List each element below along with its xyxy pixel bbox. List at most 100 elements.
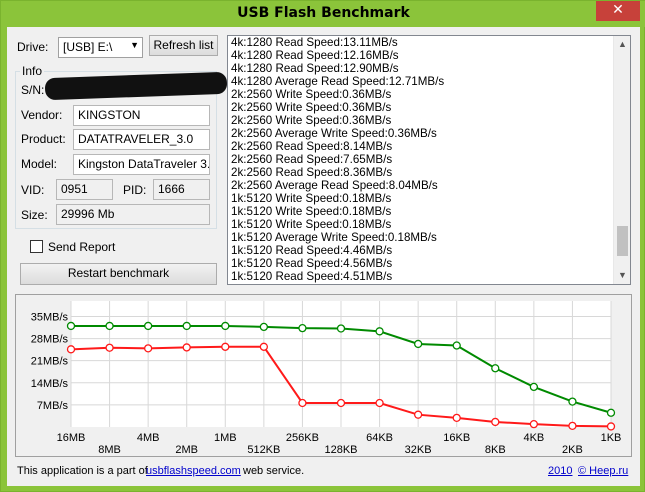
chart-panel: 35MB/s 28MB/s 21MB/s 14MB/s 7MB/s 16MB 8MB 4MB 2…: [15, 294, 632, 457]
y-tick-label: 28MB/s: [31, 334, 69, 346]
log-listbox[interactable]: 4k:1280 Read Speed:13.11MB/s 4k:1280 Read…: [227, 35, 631, 285]
data-point: [529, 382, 539, 392]
send-report-checkbox[interactable]: [30, 240, 43, 253]
scroll-down-icon[interactable]: ▼: [614, 267, 630, 284]
close-button[interactable]: ✕: [596, 1, 640, 21]
app-window: USB Flash Benchmark ✕ Drive: [USB] E:\ ▼…: [0, 0, 645, 492]
log-line: 1k:5120 Write Speed:0.18MB/s: [231, 218, 392, 231]
scroll-thumb[interactable]: [617, 226, 628, 256]
data-point: [336, 398, 346, 408]
footer-text-before: This application is a part of: [17, 465, 148, 477]
data-point: [105, 321, 114, 331]
x-tick-label: 64KB: [366, 432, 393, 444]
log-line: 2k:2560 Read Speed:8.36MB/s: [231, 166, 393, 179]
x-tick-label: 32KB: [405, 444, 432, 456]
window-title: USB Flash Benchmark: [237, 5, 410, 21]
y-tick-label: 14MB/s: [31, 378, 69, 390]
data-point: [375, 398, 384, 408]
log-line: 2k:2560 Write Speed:0.36MB/s: [231, 114, 392, 127]
sn-label: S/N:: [21, 83, 45, 97]
log-line: 2k:2560 Average Read Speed:8.04MB/s: [231, 179, 438, 192]
x-tick-label: 256KB: [286, 432, 319, 444]
vendor-label: Vendor:: [21, 108, 63, 122]
data-point: [413, 339, 423, 349]
log-line: 2k:2560 Write Speed:0.36MB/s: [231, 88, 392, 101]
log-line: 4k:1280 Average Read Speed:12.71MB/s: [231, 75, 445, 88]
scroll-up-icon[interactable]: ▲: [614, 36, 630, 53]
data-point: [375, 327, 384, 336]
data-point: [221, 321, 230, 331]
data-point: [452, 341, 461, 350]
data-point: [568, 421, 577, 431]
x-tick-label: 1MB: [214, 432, 237, 444]
x-tick-label: 128KB: [324, 444, 357, 456]
data-point: [66, 345, 76, 354]
log-line: 1k:5120 Write Speed:0.18MB/s: [231, 192, 392, 205]
data-point: [259, 342, 269, 351]
log-line: 2k:2560 Read Speed:8.14MB/s: [231, 140, 393, 153]
send-report-label[interactable]: Send Report: [48, 240, 115, 254]
data-point: [182, 321, 191, 331]
copyright-link[interactable]: © Heep.ru: [578, 465, 628, 477]
drive-label: Drive:: [17, 40, 49, 54]
log-line: 1k:5120 Write Speed:0.18MB/s: [231, 205, 392, 218]
data-point: [298, 324, 307, 333]
data-point: [452, 413, 461, 422]
x-tick-label: 4MB: [137, 432, 160, 444]
log-scrollbar[interactable]: ▲ ▼: [613, 36, 630, 284]
data-point: [491, 417, 500, 427]
y-tick-label: 21MB/s: [31, 356, 69, 368]
footer-link[interactable]: usbflashspeed.com: [146, 465, 241, 477]
data-point: [182, 343, 191, 352]
x-tick-label: 2MB: [175, 444, 198, 456]
x-tick-label: 16MB: [57, 432, 86, 444]
footer-text-after: web service.: [243, 465, 305, 477]
refresh-list-button[interactable]: Refresh list: [149, 35, 218, 56]
restart-benchmark-button[interactable]: Restart benchmark: [20, 263, 217, 285]
chevron-down-icon: ▼: [130, 40, 139, 50]
title-bar[interactable]: USB Flash Benchmark ✕: [1, 1, 645, 27]
vid-label: VID:: [21, 183, 45, 197]
info-group-title: Info: [20, 64, 45, 78]
data-point: [221, 342, 230, 351]
close-icon: ✕: [612, 2, 624, 18]
drive-select[interactable]: [USB] E:\ ▼: [58, 37, 143, 58]
log-line: 4k:1280 Read Speed:12.90MB/s: [231, 62, 399, 75]
data-point: [413, 410, 423, 419]
x-tick-label: 1KB: [601, 432, 622, 444]
data-point: [336, 324, 346, 333]
speed-chart: 35MB/s 28MB/s 21MB/s 14MB/s 7MB/s 16MB 8MB 4MB 2…: [31, 301, 622, 456]
y-tick-label: 35MB/s: [31, 311, 69, 323]
copyright-year-link[interactable]: 2010: [548, 465, 572, 477]
size-field[interactable]: 29996 Mb: [56, 204, 210, 225]
data-point: [259, 322, 269, 332]
x-tick-label: 8MB: [98, 444, 121, 456]
data-point: [568, 397, 577, 406]
log-line: 1k:5120 Average Write Speed:0.18MB/s: [231, 231, 437, 244]
log-line: 1k:5120 Read Speed:4.56MB/s: [231, 257, 393, 270]
log-line: 4k:1280 Read Speed:13.11MB/s: [231, 36, 398, 49]
x-tick-label: 4KB: [523, 432, 544, 444]
data-point: [143, 321, 153, 331]
client-area: Drive: [USB] E:\ ▼ Refresh list Info S/N…: [7, 27, 640, 486]
size-label: Size:: [21, 208, 48, 222]
vid-field[interactable]: 0951: [56, 179, 113, 200]
model-field[interactable]: Kingston DataTraveler 3.0: [73, 154, 210, 175]
x-tick-label: 512KB: [247, 444, 280, 456]
product-field[interactable]: DATATRAVELER_3.0: [73, 129, 210, 150]
log-line: 4k:1280 Read Speed:12.16MB/s: [231, 49, 399, 62]
x-tick-label: 16KB: [443, 432, 470, 444]
data-point: [606, 408, 616, 417]
pid-field[interactable]: 1666: [153, 179, 210, 200]
data-point: [491, 364, 500, 373]
data-point: [66, 321, 76, 331]
data-point: [105, 343, 114, 352]
pid-label: PID:: [123, 183, 147, 197]
y-tick-label: 7MB/s: [37, 400, 69, 412]
log-line: 1k:5120 Read Speed:4.46MB/s: [231, 244, 393, 257]
drive-select-value: [USB] E:\: [63, 40, 113, 54]
vendor-field[interactable]: KINGSTON: [73, 105, 210, 126]
x-tick-label: 2KB: [562, 444, 583, 456]
data-point: [143, 344, 153, 353]
log-line: 2k:2560 Write Speed:0.36MB/s: [231, 101, 392, 114]
